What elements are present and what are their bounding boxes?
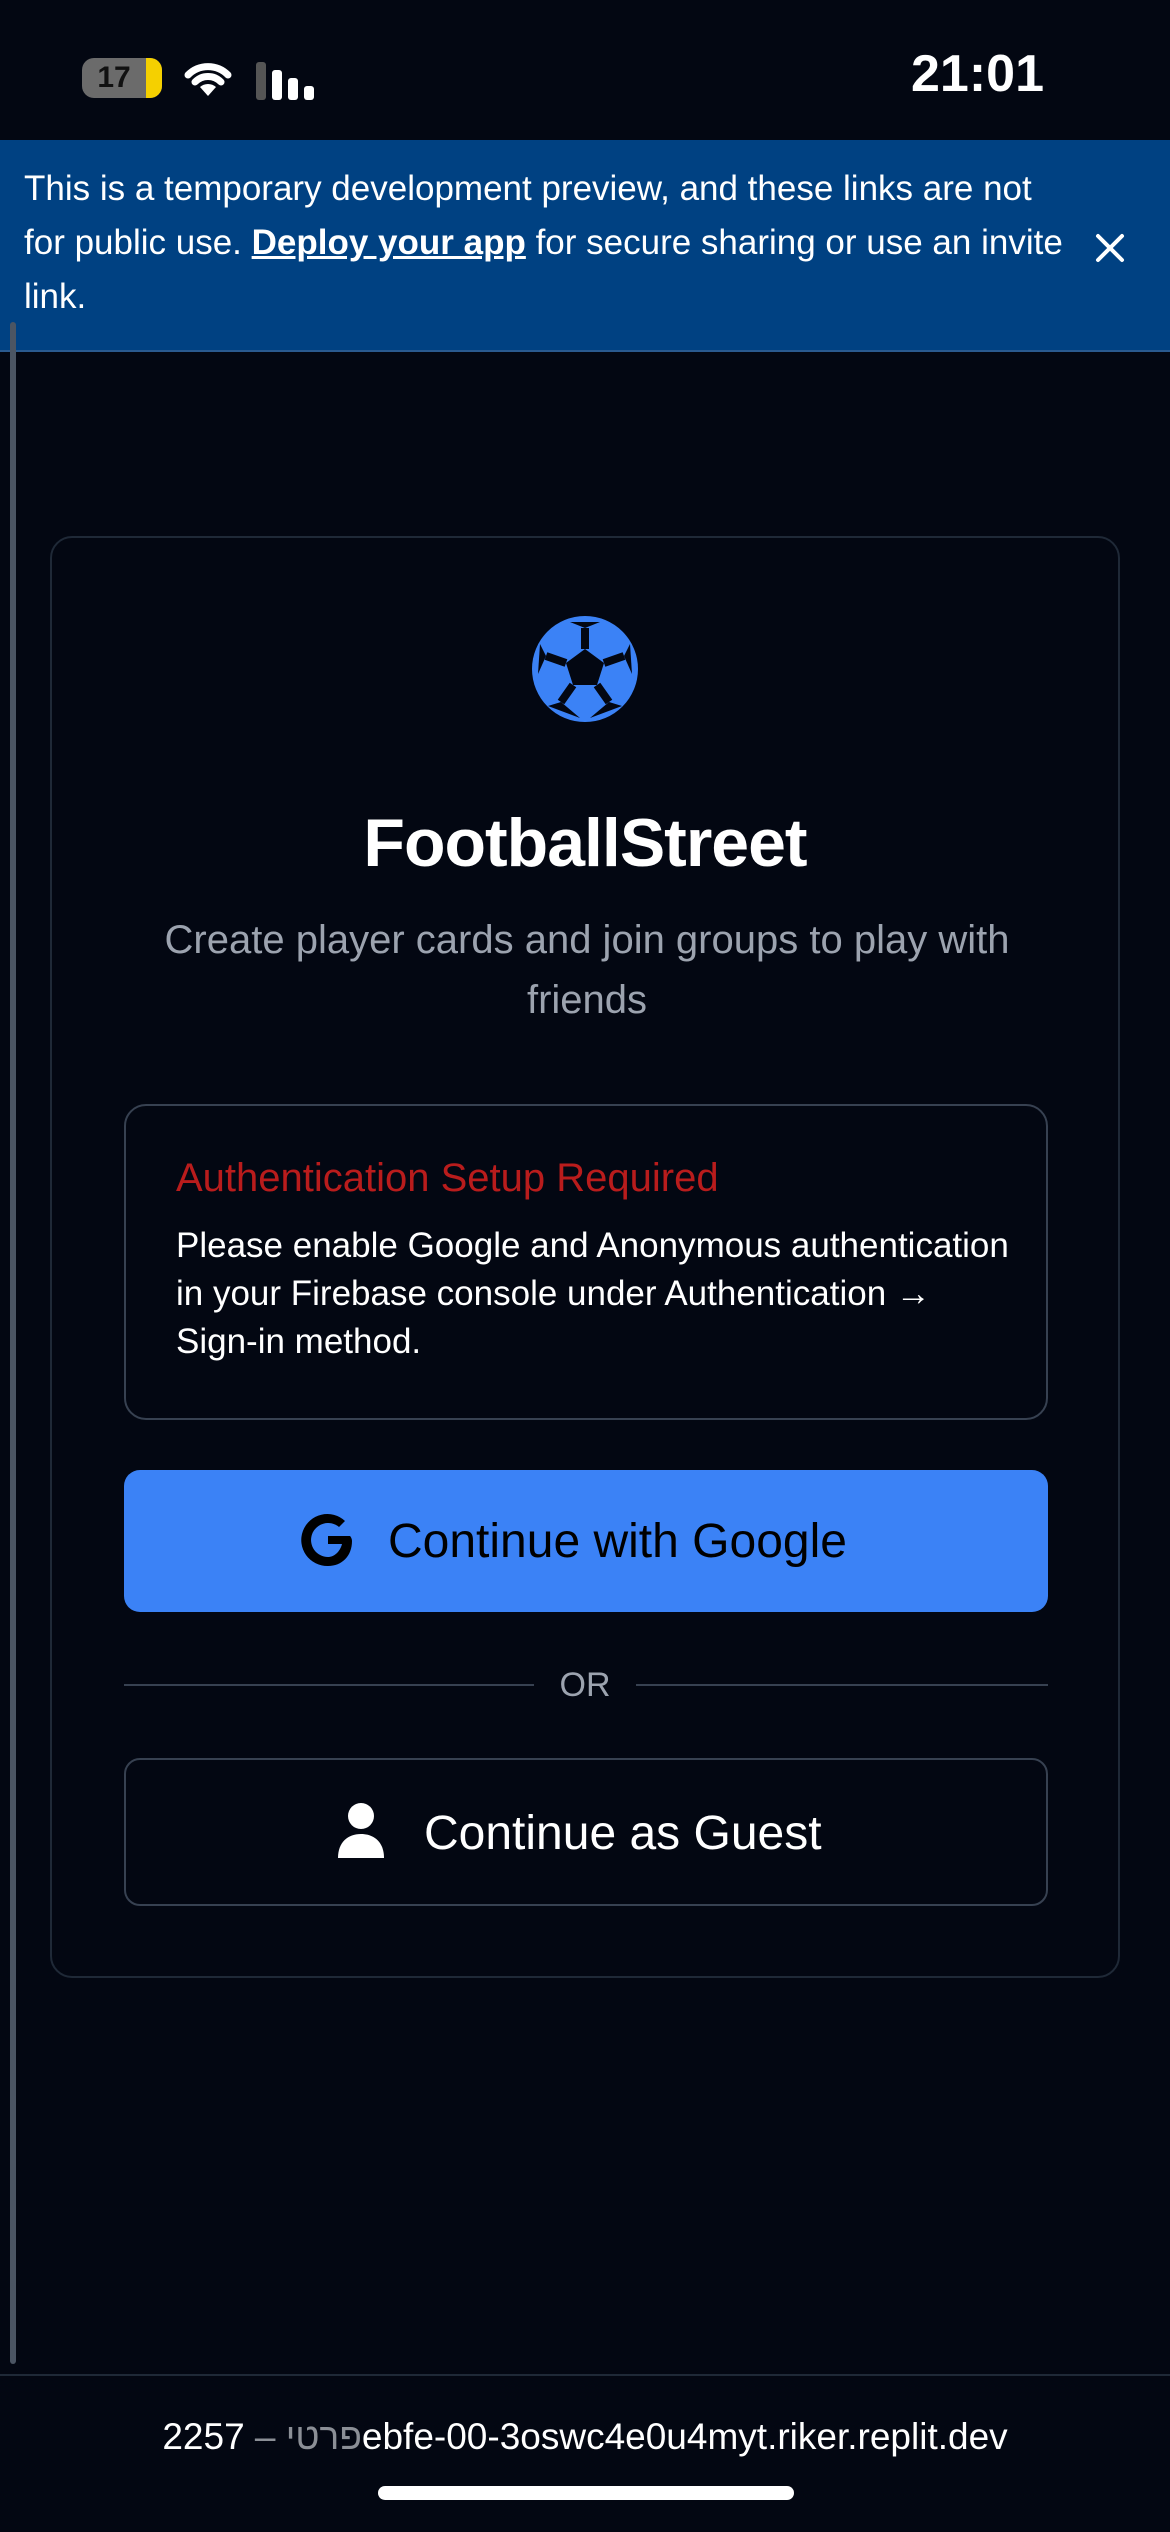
auth-card: FootballStreet Create player cards and j… — [50, 536, 1120, 1978]
dev-preview-banner: This is a temporary development preview,… — [0, 140, 1170, 352]
alert-title: Authentication Setup Required — [176, 1156, 719, 1200]
guest-button-label: Continue as Guest — [424, 1807, 822, 1860]
alert-body: Please enable Google and Anonymous authe… — [176, 1226, 1009, 1361]
browser-url-bar[interactable]: פרטי – 2257ebfe-00-3oswc4e0u4myt.riker.r… — [0, 2374, 1170, 2532]
close-icon[interactable] — [1090, 228, 1130, 268]
banner-message: This is a temporary development preview,… — [24, 162, 1064, 324]
cellular-signal-icon — [256, 60, 316, 100]
battery-icon: 17 — [82, 58, 162, 98]
person-icon — [336, 1802, 386, 1858]
app-subtitle: Create player cards and join groups to p… — [164, 918, 1010, 1022]
auth-setup-alert: Authentication Setup Required Please ena… — [124, 1104, 1048, 1420]
soccer-ball-icon — [530, 614, 640, 724]
continue-as-guest-button[interactable]: Continue as Guest — [124, 1758, 1048, 1906]
divider-line-left — [124, 1684, 534, 1686]
private-mode-label: פרטי – — [244, 2416, 362, 2457]
status-bar: 17 21:01 — [0, 0, 1170, 140]
or-divider-label: OR — [559, 1666, 611, 1704]
url-display[interactable]: פרטי – 2257ebfe-00-3oswc4e0u4myt.riker.r… — [0, 2416, 1170, 2458]
scrollbar[interactable] — [10, 322, 16, 2364]
battery-level: 17 — [97, 61, 131, 94]
google-button-label: Continue with Google — [388, 1515, 847, 1568]
continue-with-google-button[interactable]: Continue with Google — [124, 1470, 1048, 1612]
divider-line-right — [636, 1684, 1048, 1686]
google-icon — [300, 1510, 356, 1570]
app-title: FootballStreet — [363, 805, 807, 881]
home-indicator[interactable] — [378, 2486, 794, 2500]
wifi-icon — [180, 54, 236, 100]
deploy-app-link[interactable]: Deploy your app — [252, 223, 526, 262]
status-time: 21:01 — [911, 45, 1044, 103]
